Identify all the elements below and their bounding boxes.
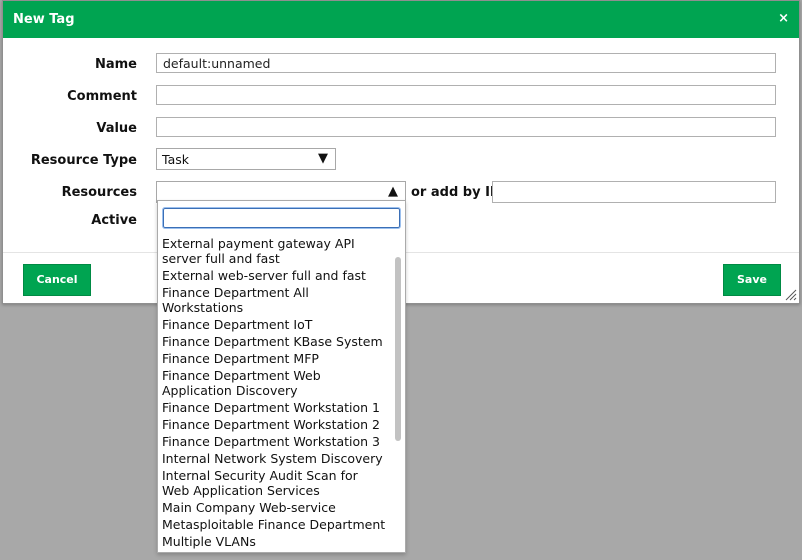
resources-label: Resources [61,185,137,200]
save-button[interactable]: Save [723,264,781,296]
resource-option[interactable]: Finance Department KBase System [162,333,388,350]
triangle-up-icon: ▲ [388,184,398,199]
resource-option[interactable]: Finance Department MFP [162,350,388,367]
name-label: Name [94,57,137,72]
comment-label: Comment [67,89,137,104]
resource-option[interactable]: Finance Department Workstation 1 [162,399,388,416]
value-input[interactable] [156,117,776,137]
resource-option[interactable]: Main Company Web-service [162,499,388,516]
resource-option[interactable]: Internal Network System Discovery [162,450,388,467]
value-label: Value [96,121,137,136]
close-icon[interactable]: × [778,11,789,27]
resource-type-value: Task [162,152,189,167]
resource-type-select[interactable]: Task ▼ [156,148,336,170]
resources-option-list: External payment gateway API server full… [162,235,388,550]
resource-option[interactable]: Multiple VLANs [162,533,388,550]
resource-option[interactable]: External payment gateway API server full… [162,235,388,267]
resource-option[interactable]: Finance Department All Workstations [162,284,388,316]
resource-option[interactable]: Finance Department Web Application Disco… [162,367,388,399]
resource-option[interactable]: Finance Department Workstation 3 [162,433,388,450]
dropdown-scrollbar[interactable] [395,257,401,441]
dialog-title: New Tag [13,12,75,27]
resource-type-label: Resource Type [30,153,137,168]
triangle-down-icon: ▼ [318,151,328,166]
active-label: Active [91,213,137,228]
add-by-id-input[interactable] [492,181,776,203]
comment-input[interactable] [156,85,776,105]
resource-option[interactable]: Finance Department IoT [162,316,388,333]
dialog-titlebar: New Tag × [3,1,799,38]
cancel-button[interactable]: Cancel [23,264,91,296]
resize-grip-icon[interactable] [783,287,797,301]
resource-option[interactable]: External web-server full and fast [162,267,388,284]
resources-search-input[interactable] [162,207,401,229]
resource-option[interactable]: Internal Security Audit Scan for Web App… [162,467,388,499]
resource-option[interactable]: Metasploitable Finance Department [162,516,388,533]
resource-option[interactable]: Finance Department Workstation 2 [162,416,388,433]
name-input[interactable] [156,53,776,73]
resources-dropdown: External payment gateway API server full… [157,200,406,553]
